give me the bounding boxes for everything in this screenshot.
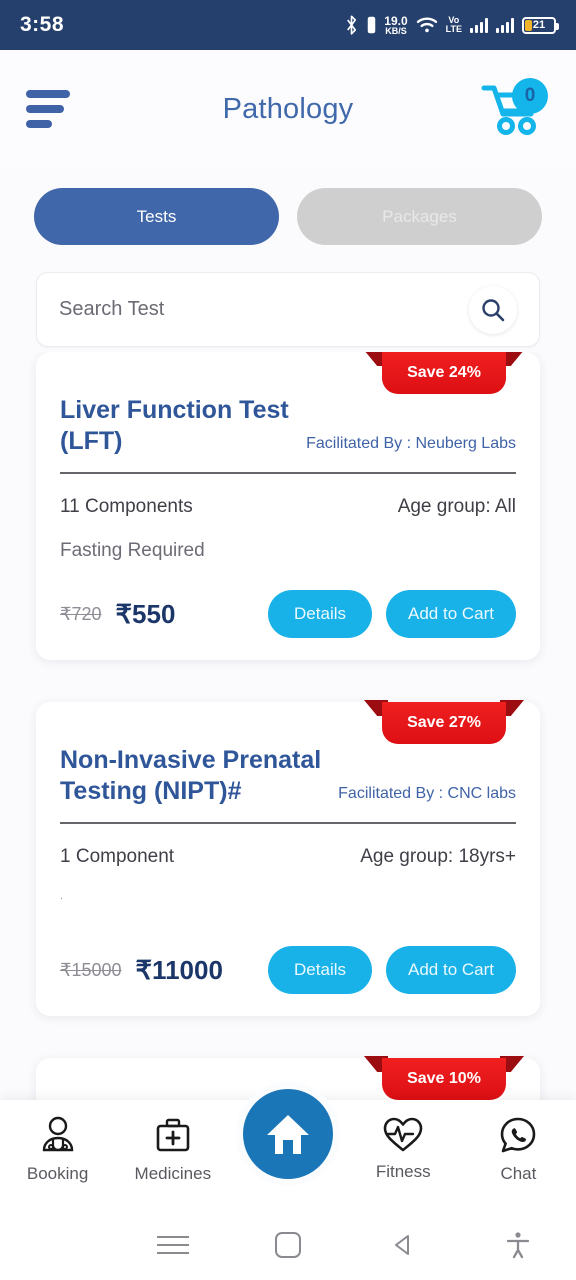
nav-label-fitness: Fitness (375, 1162, 431, 1181)
discount-label: Save 24% (382, 352, 506, 394)
heart-pulse-icon (383, 1117, 423, 1152)
card-footer: ₹720 ₹550 Details Add to Cart (60, 590, 516, 638)
test-title: Liver Function Test (LFT) (60, 396, 289, 455)
age-group: Age group: 18yrs+ (360, 846, 516, 867)
add-to-cart-button[interactable]: Add to Cart (386, 590, 516, 638)
facilitated-by-label: Facilitated By : CNC labs (338, 785, 516, 802)
components-count: 1 Component (60, 846, 175, 867)
status-bar: 3:58 19.0 KB/S Vo LTE 21 (0, 0, 576, 50)
add-to-cart-button[interactable]: Add to Cart (386, 946, 516, 994)
signal-bars-icon-1 (470, 17, 488, 33)
android-system-nav (0, 1210, 576, 1280)
whatsapp-chat-icon (501, 1117, 536, 1153)
bluetooth-device-icon (367, 16, 376, 34)
test-list[interactable]: Save 24% Liver Function Test (LFT) Facil… (0, 352, 576, 1122)
card-footer: ₹15000 ₹11000 Details Add to Cart (60, 946, 516, 994)
signal-bars-icon-2 (496, 17, 514, 33)
nav-label-booking: Booking (26, 1164, 89, 1183)
card-actions: Details Add to Cart (268, 946, 516, 994)
card-actions: Details Add to Cart (268, 590, 516, 638)
card-divider (60, 822, 516, 824)
status-bar-clock: 3:58 (20, 13, 65, 36)
home-icon (267, 1115, 309, 1154)
test-card[interactable]: Save 27% Non-Invasive Prenatal Testing (… (36, 700, 540, 1016)
card-meta: 11 Components Age group: All (60, 496, 516, 518)
recents-menu-icon (156, 1236, 189, 1254)
search-icon (482, 298, 505, 321)
status-bar-icons: 19.0 KB/S Vo LTE 21 (344, 15, 559, 36)
home-fab-button[interactable] (236, 1082, 340, 1186)
discount-ribbon: Save 27% (364, 700, 524, 744)
search-bar[interactable] (36, 272, 540, 347)
nav-label-medicines: Medicines (134, 1164, 212, 1183)
home-square-icon (275, 1232, 301, 1258)
nav-label-chat: Chat (500, 1164, 537, 1183)
price-discounted: ₹550 (115, 598, 176, 629)
doctor-icon (42, 1116, 73, 1152)
test-card[interactable]: Save 24% Liver Function Test (LFT) Facil… (36, 352, 540, 660)
battery-icon: 21 (522, 16, 559, 34)
discount-label: Save 10% (382, 1058, 506, 1100)
test-title: Non-Invasive Prenatal Testing (NIPT)# (60, 746, 322, 805)
network-speed-unit: KB/S (385, 25, 407, 36)
nav-item-chat[interactable]: Chat (461, 1116, 576, 1184)
nav-item-fitness[interactable]: Fitness (346, 1116, 461, 1182)
network-speed-value: 19.0 (384, 13, 408, 28)
sysnav-back-button[interactable] (346, 1232, 461, 1258)
hamburger-menu-icon[interactable] (26, 90, 70, 128)
accessibility-icon (507, 1232, 530, 1259)
fasting-note: . (60, 890, 64, 902)
price-original: ₹720 (60, 603, 102, 624)
details-button[interactable]: Details (268, 946, 372, 994)
nav-item-medicines[interactable]: Medicines (115, 1116, 230, 1184)
age-group: Age group: All (397, 496, 516, 517)
card-meta: 1 Component Age group: 18yrs+ (60, 846, 516, 868)
cart-button[interactable]: 0 (478, 78, 550, 140)
volte-line-2: LTE (445, 24, 462, 34)
battery-percent-label: 21 (532, 19, 546, 31)
tab-tests[interactable]: Tests (34, 188, 279, 245)
app-header: Pathology 0 (0, 50, 576, 168)
wifi-icon (416, 16, 438, 34)
sysnav-home-button[interactable] (230, 1232, 345, 1258)
price-original: ₹15000 (60, 959, 122, 980)
bluetooth-icon (344, 15, 359, 35)
search-input[interactable] (59, 298, 469, 321)
sysnav-accessibility-button[interactable] (461, 1231, 576, 1259)
card-divider (60, 472, 516, 474)
sysnav-recents-button[interactable] (115, 1236, 230, 1254)
discount-ribbon: Save 10% (364, 1056, 524, 1100)
cart-count-badge: 0 (512, 78, 548, 114)
discount-ribbon: Save 24% (364, 352, 524, 394)
back-triangle-icon (395, 1235, 410, 1255)
search-button[interactable] (469, 285, 517, 334)
fasting-note: Fasting Required (60, 540, 205, 561)
facilitated-by-label: Facilitated By : Neuberg Labs (306, 435, 516, 452)
components-count: 11 Components (60, 496, 193, 517)
nav-item-booking[interactable]: Booking (0, 1116, 115, 1184)
medical-bag-icon (156, 1118, 190, 1152)
network-speed-indicator: 19.0 KB/S (384, 15, 407, 36)
details-button[interactable]: Details (268, 590, 372, 638)
tab-packages[interactable]: Packages (297, 188, 542, 245)
category-tabs: Tests Packages (0, 188, 576, 245)
discount-label: Save 27% (382, 702, 506, 744)
price-discounted: ₹11000 (135, 954, 223, 985)
app-root: 3:58 19.0 KB/S Vo LTE 21 Pathology 0 Tes… (0, 0, 576, 1280)
volte-icon: Vo LTE (446, 16, 462, 34)
